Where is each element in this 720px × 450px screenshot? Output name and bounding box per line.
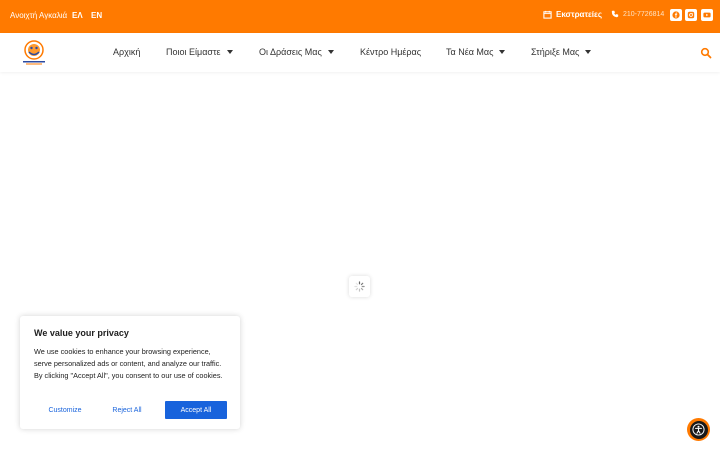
chevron-down-icon: [585, 50, 592, 54]
nav-item-actions[interactable]: Οι Δράσεις Μας: [259, 47, 334, 57]
accessibility-button[interactable]: [687, 418, 710, 441]
brand-name: Ανοιχτή Αγκαλιά: [10, 11, 68, 20]
nav-item-about[interactable]: Ποιοι Είμαστε: [166, 47, 233, 57]
calendar-icon: [543, 10, 552, 19]
loading-spinner: [349, 276, 370, 297]
youtube-icon[interactable]: [701, 9, 713, 21]
nav-item-label: Στήριξε Μας: [531, 47, 580, 57]
language-el-link[interactable]: ΕΛ: [72, 11, 83, 20]
campaigns-label: Εκστρατείες: [556, 10, 602, 19]
nav-item-label: Ποιοι Είμαστε: [166, 47, 221, 57]
nav-item-label: Κέντρο Ημέρας: [360, 47, 422, 57]
nav-item-label: Τα Νέα Μας: [446, 47, 494, 57]
cookie-description: We use cookies to enhance your browsing …: [34, 347, 223, 380]
top-bar: Ανοιχτή Αγκαλιά ΕΛ EN Εκστρατείες 210-77…: [0, 0, 720, 33]
cookie-consent-panel: We value your privacy We use cookies to …: [20, 316, 240, 429]
phone-link[interactable]: 210-7726814: [611, 10, 664, 18]
accessibility-icon: [689, 420, 708, 439]
site-logo[interactable]: [20, 39, 48, 66]
customize-button[interactable]: Customize: [34, 401, 96, 419]
main-navigation: Αρχική Ποιοι Είμαστε Οι Δράσεις Μας Κέντ…: [0, 33, 720, 72]
nav-item-home[interactable]: Αρχική: [113, 47, 140, 57]
instagram-icon[interactable]: [685, 9, 697, 21]
nav-item-day-center[interactable]: Κέντρο Ημέρας: [360, 47, 421, 57]
spinner-icon: [354, 281, 365, 292]
nav-item-label: Αρχική: [113, 47, 141, 57]
chevron-down-icon: [499, 50, 506, 54]
cookie-title: We value your privacy: [34, 328, 129, 338]
nav-item-label: Οι Δράσεις Μας: [259, 47, 322, 57]
chevron-down-icon: [327, 50, 334, 54]
phone-number: 210-7726814: [623, 10, 665, 18]
nav-item-support[interactable]: Στήριξε Μας: [531, 47, 592, 57]
chevron-down-icon: [226, 50, 233, 54]
reject-all-button[interactable]: Reject All: [96, 401, 158, 419]
facebook-icon[interactable]: [670, 9, 682, 21]
language-en-link[interactable]: EN: [91, 11, 102, 20]
accept-all-button[interactable]: Accept All: [165, 401, 227, 419]
campaigns-link[interactable]: Εκστρατείες: [543, 10, 602, 19]
search-icon[interactable]: [700, 47, 712, 59]
phone-icon: [611, 10, 619, 18]
nav-item-news[interactable]: Τα Νέα Μας: [446, 47, 506, 57]
